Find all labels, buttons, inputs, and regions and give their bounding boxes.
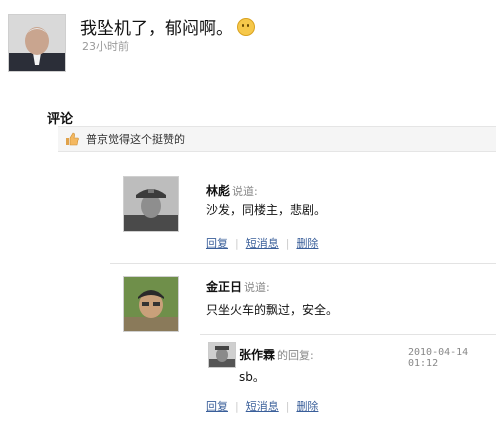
comment-author-avatar[interactable] bbox=[123, 276, 179, 332]
status-timestamp: 23小时前 bbox=[82, 40, 129, 53]
comment-body: 只坐火车的飘过，安全。 bbox=[206, 303, 339, 317]
sad-face-icon bbox=[237, 18, 255, 36]
reply-body: sb。 bbox=[239, 370, 265, 384]
comment-body: 沙发，同楼主，悲剧。 bbox=[206, 203, 327, 217]
status-author-avatar[interactable] bbox=[8, 14, 66, 72]
action-separator: | bbox=[285, 400, 290, 413]
message-link[interactable]: 短消息 bbox=[246, 237, 279, 250]
reply-label: 的回复: bbox=[277, 349, 314, 362]
action-separator: | bbox=[235, 237, 239, 250]
delete-link[interactable]: 删除 bbox=[296, 400, 318, 413]
comment-said-label: 说道: bbox=[244, 281, 270, 294]
comments-title: 评论 bbox=[47, 112, 74, 127]
comment-actions: 回复 | 短消息 | 删除 bbox=[206, 235, 318, 251]
status-text: 我坠机了，郁闷啊。 bbox=[80, 14, 255, 39]
reply-header: 张作霖 的回复: bbox=[239, 344, 314, 363]
comment-author[interactable]: 金正日 bbox=[206, 280, 242, 294]
reply-link[interactable]: 回复 bbox=[206, 400, 228, 413]
message-link[interactable]: 短消息 bbox=[246, 400, 279, 413]
delete-link[interactable]: 删除 bbox=[296, 237, 318, 250]
comment-header: 金正日 说道: bbox=[206, 276, 270, 295]
action-separator: | bbox=[285, 237, 290, 250]
comment-header: 林彪 说道: bbox=[206, 180, 258, 199]
reply-author[interactable]: 张作霖 bbox=[239, 348, 275, 362]
like-bar: 普京觉得这个挺赞的 bbox=[58, 126, 496, 152]
reply-divider bbox=[200, 334, 496, 335]
comment-author[interactable]: 林彪 bbox=[206, 184, 230, 198]
comment-divider bbox=[110, 263, 496, 264]
thumbs-up-icon bbox=[66, 132, 79, 146]
status-message: 我坠机了，郁闷啊。 bbox=[80, 19, 233, 39]
action-separator: | bbox=[235, 400, 239, 413]
comment-actions: 回复 | 短消息 | 删除 bbox=[206, 398, 318, 414]
reply-timestamp: 2010-04-14 01:12 bbox=[408, 347, 469, 369]
like-text: 普京觉得这个挺赞的 bbox=[86, 133, 185, 146]
comment-author-avatar[interactable] bbox=[123, 176, 179, 232]
reply-author-avatar[interactable] bbox=[208, 342, 236, 368]
reply-link[interactable]: 回复 bbox=[206, 237, 228, 250]
comment-said-label: 说道: bbox=[232, 185, 258, 198]
